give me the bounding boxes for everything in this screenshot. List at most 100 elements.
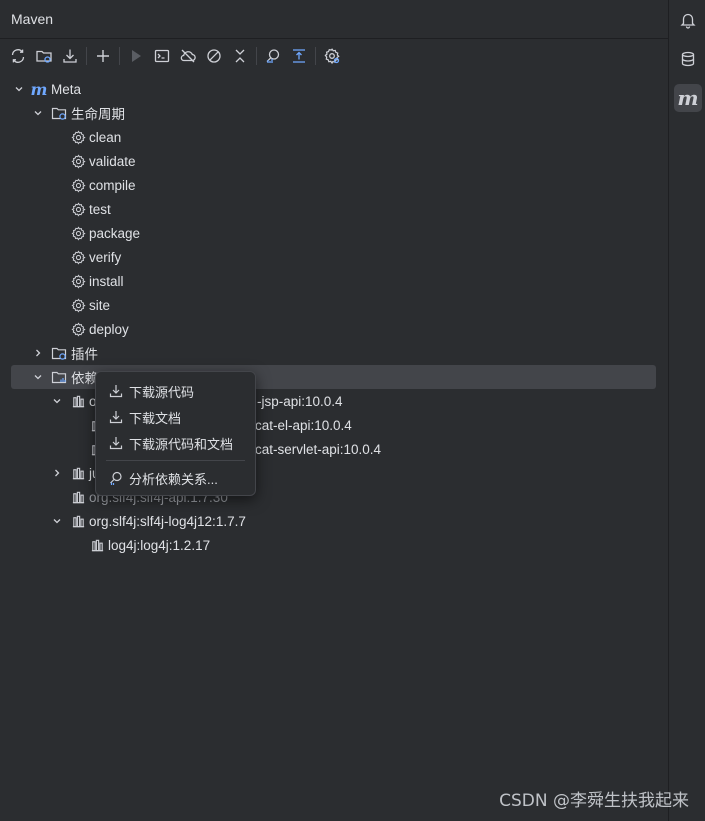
goal-label: validate xyxy=(89,153,136,169)
library-icon xyxy=(89,537,105,553)
right-tool-strip: m xyxy=(668,0,705,821)
generate-sources-button[interactable] xyxy=(32,44,56,68)
execute-goal-icon xyxy=(154,49,170,63)
lifecycle-goal[interactable]: site xyxy=(0,293,668,317)
project-name: Meta xyxy=(51,81,82,97)
chevron-down-icon[interactable] xyxy=(31,370,45,384)
goal-label: package xyxy=(89,225,141,241)
goal-label: verify xyxy=(89,249,122,265)
gear-icon xyxy=(70,273,86,289)
lifecycle-goal[interactable]: install xyxy=(0,269,668,293)
add-icon xyxy=(97,50,109,62)
chevron-down-icon[interactable] xyxy=(50,394,64,408)
menu-separator xyxy=(106,460,245,461)
goal-label: site xyxy=(89,297,111,313)
dependency-label-partial: -jsp-api:10.0.4 xyxy=(257,393,343,409)
download-button[interactable] xyxy=(58,44,82,68)
goal-label: clean xyxy=(89,129,122,145)
collapse-icon xyxy=(235,49,245,63)
gear-icon xyxy=(70,201,86,217)
toolbar-separator xyxy=(119,47,120,65)
dependency-item[interactable]: log4j:log4j:1.2.17 xyxy=(0,533,668,557)
library-icon xyxy=(70,489,86,505)
lifecycle-goal[interactable]: compile xyxy=(0,173,668,197)
maven-window: Maven m Meta 生命周期 clean validate compile… xyxy=(0,0,705,821)
lifecycle-folder-icon xyxy=(51,105,67,121)
execute-goal-button[interactable] xyxy=(150,44,174,68)
library-icon xyxy=(70,393,86,409)
run-button[interactable] xyxy=(124,44,148,68)
offline-button[interactable] xyxy=(176,44,200,68)
dependency-label-partial: cat-servlet-api:10.0.4 xyxy=(255,441,382,457)
plugins-label: 插件 xyxy=(71,347,98,362)
lifecycle-goal[interactable]: clean xyxy=(0,125,668,149)
watermark: CSDN @李舜生扶我起来 xyxy=(499,791,689,811)
skip-tests-icon xyxy=(207,49,221,63)
settings-icon xyxy=(324,48,340,65)
database-button[interactable] xyxy=(674,45,702,73)
gear-icon xyxy=(70,153,86,169)
dependencies-folder-icon xyxy=(51,369,67,385)
lifecycle-label: 生命周期 xyxy=(71,107,125,122)
lifecycle-goal[interactable]: deploy xyxy=(0,317,668,341)
analyze-dependencies-button[interactable] xyxy=(261,44,285,68)
library-icon xyxy=(70,513,86,529)
goal-label: test xyxy=(89,201,111,217)
generate-sources-icon xyxy=(36,50,52,63)
lifecycle-goal[interactable]: validate xyxy=(0,149,668,173)
menu-item-download-sources-and-docs[interactable]: 下载源代码和文档 xyxy=(96,430,255,456)
menu-item-label: 下载文档 xyxy=(129,410,182,426)
dependency-item[interactable]: org.slf4j:slf4j-log4j12:1.7.7 xyxy=(0,509,668,533)
gear-icon xyxy=(70,177,86,193)
maven-settings-button[interactable] xyxy=(320,44,344,68)
maven-button[interactable]: m xyxy=(674,84,702,112)
dependency-label: log4j:log4j:1.2.17 xyxy=(108,537,211,553)
gear-icon xyxy=(70,249,86,265)
chevron-right-icon[interactable] xyxy=(50,466,64,480)
gear-icon xyxy=(70,129,86,145)
gear-icon xyxy=(70,321,86,337)
maven-toolbar xyxy=(6,43,346,69)
chevron-down-icon[interactable] xyxy=(31,106,45,120)
show-dependencies-button[interactable] xyxy=(287,44,311,68)
download-icon xyxy=(109,385,123,398)
gear-icon xyxy=(70,225,86,241)
analyze-icon xyxy=(110,471,122,485)
toolbar-separator xyxy=(315,47,316,65)
run-icon xyxy=(132,50,141,62)
chevron-down-icon[interactable] xyxy=(12,82,26,96)
goal-label: compile xyxy=(89,177,136,193)
tree-node-plugins[interactable]: 插件 xyxy=(0,341,668,365)
plugins-folder-icon xyxy=(51,345,67,361)
menu-item-download-sources[interactable]: 下载源代码 xyxy=(96,378,255,404)
chevron-right-icon[interactable] xyxy=(31,346,45,360)
maven-icon: m xyxy=(677,86,699,110)
context-menu: 下载源代码 下载文档 下载源代码和文档 分析依赖关系... xyxy=(95,371,256,496)
collapse-button[interactable] xyxy=(228,44,252,68)
bell-icon xyxy=(680,13,696,29)
menu-item-download-docs[interactable]: 下载文档 xyxy=(96,404,255,430)
menu-item-label: 分析依赖关系... xyxy=(129,471,218,487)
notifications-button[interactable] xyxy=(674,6,702,34)
chevron-down-icon[interactable] xyxy=(50,514,64,528)
analyze-icon xyxy=(266,49,280,63)
add-button[interactable] xyxy=(91,44,115,68)
lifecycle-goal[interactable]: test xyxy=(0,197,668,221)
dependency-label-partial: cat-el-api:10.0.4 xyxy=(255,417,352,433)
menu-item-analyze-dependencies[interactable]: 分析依赖关系... xyxy=(96,465,255,491)
lifecycle-goal[interactable]: verify xyxy=(0,245,668,269)
lifecycle-goal[interactable]: package xyxy=(0,221,668,245)
panel-header: Maven xyxy=(0,0,668,39)
tree-node-lifecycle[interactable]: 生命周期 xyxy=(0,101,668,125)
goal-label: deploy xyxy=(89,321,129,337)
offline-icon xyxy=(180,49,196,63)
reload-icon xyxy=(11,49,25,63)
skip-tests-button[interactable] xyxy=(202,44,226,68)
toolbar-separator xyxy=(86,47,87,65)
panel-title: Maven xyxy=(11,11,54,27)
download-icon xyxy=(109,411,123,424)
toolbar-separator xyxy=(256,47,257,65)
dependency-label: org.slf4j:slf4j-log4j12:1.7.7 xyxy=(89,513,246,529)
reload-button[interactable] xyxy=(6,44,30,68)
tree-node-project[interactable]: m Meta xyxy=(0,77,668,101)
